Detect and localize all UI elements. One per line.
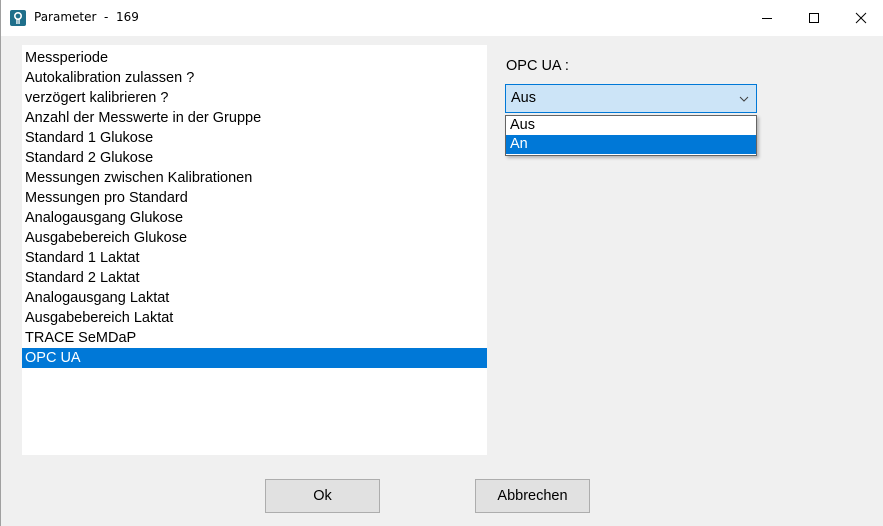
opc-ua-dropdown-list[interactable]: Aus An — [505, 115, 757, 156]
list-item-standard-1-laktat[interactable]: Standard 1 Laktat — [22, 248, 487, 268]
list-item-standard-1-glukose[interactable]: Standard 1 Glukose — [22, 128, 487, 148]
maximize-button[interactable] — [791, 0, 837, 36]
close-button[interactable] — [838, 0, 883, 36]
list-item-anzahl-messwerte[interactable]: Anzahl der Messwerte in der Gruppe — [22, 108, 487, 128]
list-item-messungen-zwischen-kalibrationen[interactable]: Messungen zwischen Kalibrationen — [22, 168, 487, 188]
close-icon — [855, 12, 867, 24]
opc-ua-selected-value: Aus — [511, 90, 536, 106]
list-item-verzoegert-kalibrieren[interactable]: verzögert kalibrieren ? — [22, 88, 487, 108]
dropdown-option-an[interactable]: An — [506, 135, 756, 154]
minimize-icon — [762, 18, 772, 19]
minimize-button[interactable] — [744, 0, 790, 36]
dropdown-option-aus[interactable]: Aus — [506, 116, 756, 135]
list-item-analogausgang-glukose[interactable]: Analogausgang Glukose — [22, 208, 487, 228]
parameter-dialog: Parameter - 169 Messperiode Autokalibrat… — [0, 0, 883, 526]
list-item-standard-2-glukose[interactable]: Standard 2 Glukose — [22, 148, 487, 168]
opc-ua-label: OPC UA : — [506, 58, 569, 74]
title-bar[interactable]: Parameter - 169 — [1, 0, 883, 36]
parameter-list[interactable]: Messperiode Autokalibration zulassen ? v… — [22, 45, 487, 455]
maximize-icon — [809, 13, 819, 23]
list-item-trace-semdap[interactable]: TRACE SeMDaP — [22, 328, 487, 348]
list-item-opc-ua[interactable]: OPC UA — [22, 348, 487, 368]
list-item-analogausgang-laktat[interactable]: Analogausgang Laktat — [22, 288, 487, 308]
app-icon — [10, 10, 26, 26]
list-item-autokalibration[interactable]: Autokalibration zulassen ? — [22, 68, 487, 88]
list-item-standard-2-laktat[interactable]: Standard 2 Laktat — [22, 268, 487, 288]
window-title: Parameter - 169 — [34, 10, 139, 24]
chevron-down-icon[interactable] — [738, 94, 750, 104]
cancel-button[interactable]: Abbrechen — [475, 479, 590, 513]
opc-ua-combobox[interactable]: Aus — [505, 84, 757, 113]
list-item-ausgabebereich-laktat[interactable]: Ausgabebereich Laktat — [22, 308, 487, 328]
list-item-messperiode[interactable]: Messperiode — [22, 48, 487, 68]
list-item-ausgabebereich-glukose[interactable]: Ausgabebereich Glukose — [22, 228, 487, 248]
ok-button[interactable]: Ok — [265, 479, 380, 513]
list-item-messungen-pro-standard[interactable]: Messungen pro Standard — [22, 188, 487, 208]
